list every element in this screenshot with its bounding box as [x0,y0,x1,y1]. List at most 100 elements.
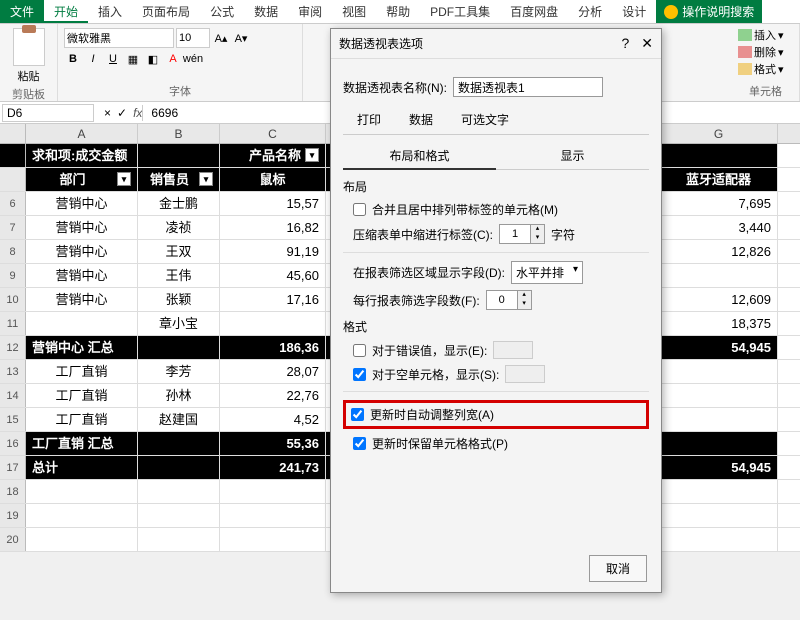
tab-analyze[interactable]: 分析 [568,0,612,23]
spin-down-icon[interactable]: ▾ [530,234,544,243]
preserve-format-checkbox[interactable] [353,437,366,450]
accept-formula-icon[interactable]: ✓ [117,106,127,120]
merge-labels-checkbox[interactable] [353,203,366,216]
row-header[interactable]: 12 [0,336,26,359]
cancel-button[interactable]: 取消 [589,555,647,582]
empty-show-checkbox[interactable] [353,368,366,381]
increase-font-icon[interactable]: A▴ [212,29,230,47]
tab-layout[interactable]: 页面布局 [132,0,200,23]
font-color-button[interactable]: A [164,50,182,68]
indent-label: 压缩表单中缩进行标签(C): [353,226,493,243]
format-cells-button[interactable]: 格式 ▾ [738,61,793,77]
clipboard-label: 剪贴板 [6,84,51,102]
font-name-select[interactable] [64,28,174,48]
row-header[interactable]: 10 [0,288,26,311]
tab-alt[interactable]: 可选文字 [447,105,523,134]
cancel-formula-icon[interactable]: × [104,106,111,120]
row-header[interactable]: 14 [0,384,26,407]
tab-data-d[interactable]: 数据 [395,105,447,134]
fx-icon[interactable]: fx [133,106,142,120]
group-clipboard: 粘贴 剪贴板 [0,24,58,101]
empty-value-input[interactable] [505,365,545,383]
tab-file[interactable]: 文件 [0,0,44,23]
section-format: 格式 [343,318,649,335]
row-header[interactable]: 15 [0,408,26,431]
spin-up-icon[interactable]: ▴ [530,225,544,234]
row-header[interactable]: 13 [0,360,26,383]
error-value-input[interactable] [493,341,533,359]
font-size-select[interactable] [176,28,210,48]
delete-cells-button[interactable]: 删除 ▾ [738,44,793,60]
autofit-checkbox[interactable] [351,408,364,421]
underline-button[interactable]: U [104,50,122,68]
tab-display[interactable]: 显示 [496,143,649,170]
tab-start[interactable]: 开始 [44,0,88,23]
highlighted-option: 更新时自动调整列宽(A) [343,400,649,429]
dropdown-icon[interactable]: ▾ [305,148,319,162]
decrease-font-icon[interactable]: A▾ [232,29,250,47]
row-header[interactable]: 9 [0,264,26,287]
italic-button[interactable]: I [84,50,102,68]
tab-view[interactable]: 视图 [332,0,376,23]
dialog-tabs-row1: 打印 数据 可选文字 [343,105,649,135]
tab-baidu[interactable]: 百度网盘 [500,0,568,23]
fields-spinner[interactable]: ▴▾ [486,290,532,310]
tab-layout-format[interactable]: 布局和格式 [343,143,496,170]
paste-icon[interactable] [13,28,45,66]
paste-label: 粘贴 [6,68,51,84]
merge-labels-label: 合并且居中排列带标签的单元格(M) [372,201,558,218]
ribbon-tabs: 文件 开始 插入 页面布局 公式 数据 审阅 视图 帮助 PDF工具集 百度网盘… [0,0,800,24]
area-display-label: 在报表筛选区域显示字段(D): [353,264,505,281]
row-header[interactable]: 6 [0,192,26,215]
tab-formula[interactable]: 公式 [200,0,244,23]
fill-color-button[interactable]: ◧ [144,50,162,68]
close-icon[interactable]: ✕ [641,35,653,52]
row-header[interactable]: 11 [0,312,26,335]
border-button[interactable]: ▦ [124,50,142,68]
indent-spinner[interactable]: ▴▾ [499,224,545,244]
error-show-label: 对于错误值，显示(E): [372,342,487,359]
help-button[interactable]: ? [621,35,629,52]
font-label: 字体 [64,81,296,99]
col-header-c[interactable]: C [220,124,326,143]
dropdown-icon[interactable]: ▾ [117,172,131,186]
error-show-checkbox[interactable] [353,344,366,357]
tab-print[interactable]: 打印 [343,105,395,134]
search-help[interactable]: 操作说明搜索 [656,0,762,23]
row-header[interactable]: 8 [0,240,26,263]
tab-review[interactable]: 审阅 [288,0,332,23]
row-header[interactable]: 17 [0,456,26,479]
name-box[interactable] [2,104,94,122]
col-header-g[interactable]: G [660,124,778,143]
dialog-titlebar: 数据透视表选项 ? ✕ [331,29,661,59]
dropdown-icon[interactable]: ▾ [199,172,213,186]
col-header-a[interactable]: A [26,124,138,143]
fields-per-row-label: 每行报表筛选字段数(F): [353,292,480,309]
tab-design[interactable]: 设计 [612,0,656,23]
tab-pdf[interactable]: PDF工具集 [420,0,500,23]
row-header[interactable]: 7 [0,216,26,239]
insert-cells-button[interactable]: 插入 ▾ [738,27,793,43]
select-all-corner[interactable] [0,124,26,143]
tab-data[interactable]: 数据 [244,0,288,23]
col-header-b[interactable]: B [138,124,220,143]
spin-down-icon[interactable]: ▾ [517,300,531,309]
section-layout: 布局 [343,178,649,195]
tab-help[interactable]: 帮助 [376,0,420,23]
row-header[interactable]: 16 [0,432,26,455]
preserve-format-label: 更新时保留单元格格式(P) [372,435,508,452]
spin-up-icon[interactable]: ▴ [517,291,531,300]
row-header[interactable]: 19 [0,504,26,527]
phonetic-button[interactable]: wén [184,50,202,68]
tab-insert[interactable]: 插入 [88,0,132,23]
empty-show-label: 对于空单元格，显示(S): [372,366,499,383]
pivot-options-dialog: 数据透视表选项 ? ✕ 数据透视表名称(N): 打印 数据 可选文字 布局和格式… [330,28,662,593]
row-header[interactable]: 18 [0,480,26,503]
row-header[interactable]: 20 [0,528,26,551]
group-font: A▴ A▾ B I U ▦ ◧ A wén 字体 [58,24,303,101]
pivot-name-label: 数据透视表名称(N): [343,79,447,96]
dialog-tabs-row2: 布局和格式 显示 [343,143,649,170]
bold-button[interactable]: B [64,50,82,68]
area-display-combo[interactable]: 水平并排 [511,261,583,284]
pivot-name-input[interactable] [453,77,603,97]
